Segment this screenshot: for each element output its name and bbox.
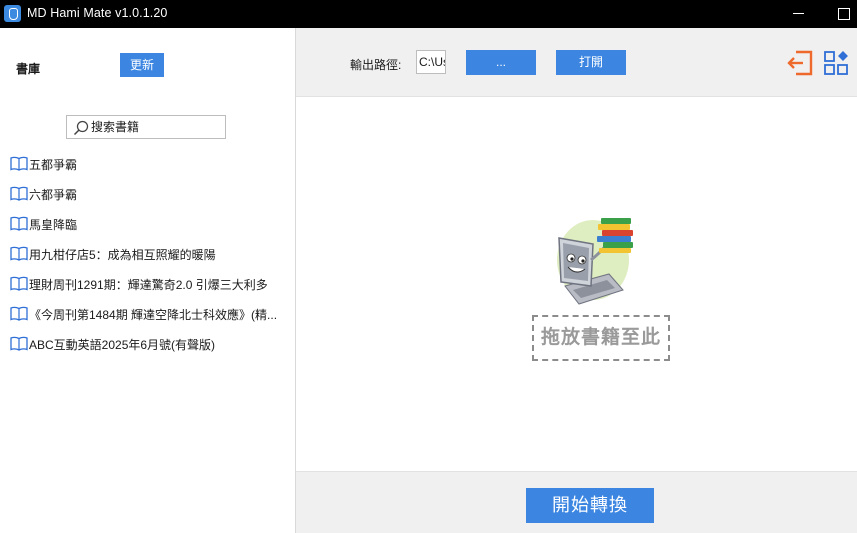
bottom-bar: 開始轉換 bbox=[296, 471, 857, 533]
minimize-button[interactable] bbox=[775, 0, 821, 28]
apps-grid-icon[interactable] bbox=[823, 49, 851, 77]
book-title: 五都爭霸 bbox=[29, 158, 78, 172]
book-item[interactable]: 理財周刊1291期：輝達驚奇2.0 引爆三大利多 bbox=[10, 273, 290, 295]
book-title: 馬皇降臨 bbox=[29, 218, 78, 232]
drop-books-label: 拖放書籍至此 bbox=[532, 315, 670, 361]
drop-zone[interactable]: 拖放書籍至此 bbox=[296, 97, 857, 471]
book-item[interactable]: 五都爭霸 bbox=[10, 153, 290, 175]
search-box[interactable] bbox=[66, 115, 226, 139]
book-icon bbox=[10, 216, 28, 231]
library-label: 書庫 bbox=[16, 62, 41, 76]
search-input[interactable] bbox=[91, 116, 223, 138]
open-folder-button[interactable]: 打開 bbox=[556, 50, 626, 75]
laptop-books-mascot-icon bbox=[557, 218, 633, 305]
output-path-field[interactable]: C:\Us bbox=[416, 50, 446, 74]
start-convert-button[interactable]: 開始轉換 bbox=[526, 488, 654, 523]
browse-button[interactable]: ... bbox=[466, 50, 536, 75]
update-button[interactable]: 更新 bbox=[120, 53, 164, 77]
book-item[interactable]: 《今周刊第1484期 輝達空降北士科效應》(精... bbox=[10, 303, 290, 325]
book-title: ABC互動英語2025年6月號(有聲版) bbox=[29, 338, 216, 352]
app-logo-icon bbox=[4, 5, 21, 22]
library-panel: 書庫 更新 五都爭霸 六都爭霸 馬皇降 bbox=[0, 28, 296, 533]
title-bar: MD Hami Mate v1.0.1.20 bbox=[0, 0, 857, 28]
book-icon bbox=[10, 336, 28, 351]
book-icon bbox=[10, 186, 28, 201]
book-title: 六都爭霸 bbox=[29, 188, 78, 202]
book-title: 理財周刊1291期：輝達驚奇2.0 引爆三大利多 bbox=[29, 278, 268, 292]
search-icon bbox=[73, 120, 89, 136]
book-item[interactable]: 用九柑仔店5：成為相互照耀的暖陽 bbox=[10, 243, 290, 265]
book-icon bbox=[10, 276, 28, 291]
book-title: 《今周刊第1484期 輝達空降北士科效應》(精... bbox=[29, 308, 278, 322]
window-title: MD Hami Mate v1.0.1.20 bbox=[27, 6, 168, 20]
book-icon bbox=[10, 246, 28, 261]
book-item[interactable]: ABC互動英語2025年6月號(有聲版) bbox=[10, 333, 290, 355]
maximize-button[interactable] bbox=[818, 0, 857, 28]
book-icon bbox=[10, 306, 28, 321]
book-title: 用九柑仔店5：成為相互照耀的暖陽 bbox=[29, 248, 216, 262]
output-path-label: 輸出路徑: bbox=[350, 58, 402, 72]
output-toolbar: 輸出路徑: C:\Us ... 打開 bbox=[296, 28, 857, 97]
book-icon bbox=[10, 156, 28, 171]
book-item[interactable]: 馬皇降臨 bbox=[10, 213, 290, 235]
exit-icon[interactable] bbox=[786, 50, 814, 76]
book-item[interactable]: 六都爭霸 bbox=[10, 183, 290, 205]
